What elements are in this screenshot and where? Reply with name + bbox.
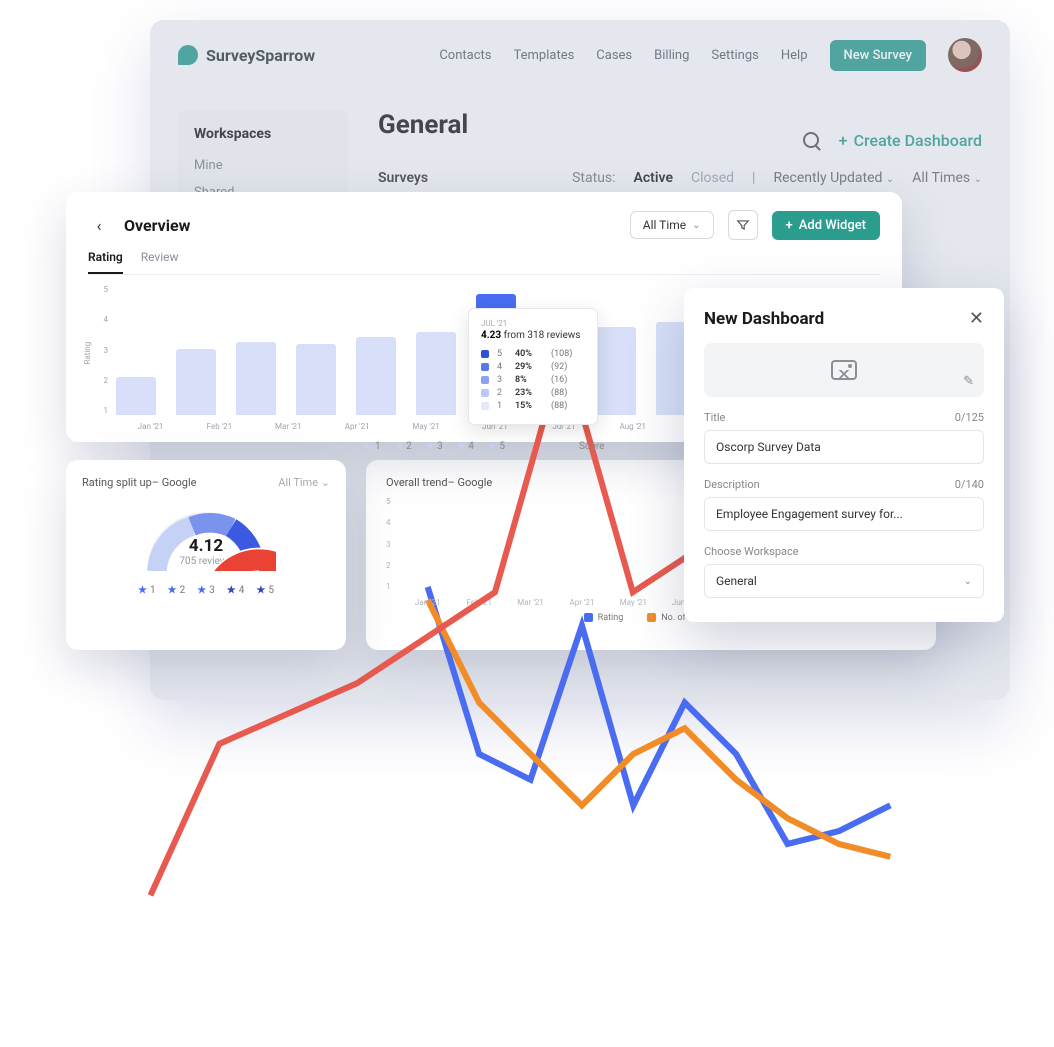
status-active[interactable]: Active: [634, 170, 673, 186]
star-legend: ★ 1 ★ 2 ★ 3 ★ 4 ★ 5 Score: [364, 441, 605, 452]
page-title: General: [378, 110, 468, 140]
back-button[interactable]: ‹: [88, 214, 110, 236]
sidebar-item-mine[interactable]: Mine: [194, 158, 332, 173]
image-icon: [831, 360, 857, 380]
split-range-dropdown[interactable]: All Time ⌄: [278, 476, 330, 489]
tooltip-summary: 4.23 from 318 reviews: [481, 330, 585, 341]
close-button[interactable]: ✕: [969, 308, 984, 329]
brand-logo[interactable]: SurveySparrow: [178, 45, 315, 65]
section-label: Surveys: [378, 170, 428, 186]
chevron-down-icon: ⌄: [974, 174, 982, 185]
overview-title: Overview: [124, 216, 190, 235]
plus-icon: +: [786, 218, 793, 233]
plus-icon: +: [839, 131, 848, 150]
star-icon: ★: [488, 441, 497, 452]
chart-tooltip: JUL '21 4.23 from 318 reviews 540%(108)4…: [468, 308, 598, 425]
image-upload-area[interactable]: ✎: [704, 343, 984, 397]
scorebar-label: Score: [579, 441, 604, 452]
app-header: SurveySparrow Contacts Templates Cases B…: [150, 20, 1010, 90]
title-input[interactable]: [704, 430, 984, 464]
overview-tabs: Rating Review: [88, 250, 880, 275]
star-icon: ★: [426, 441, 435, 452]
description-label: Description: [704, 478, 760, 491]
split-star-legend: ★1 ★2 ★3 ★4 ★5: [138, 585, 274, 596]
top-nav: Contacts Templates Cases Billing Setting…: [439, 38, 982, 72]
rating-split-card: Rating split up– Google All Time ⌄ 4.12 …: [66, 460, 346, 650]
bar[interactable]: [416, 332, 456, 415]
edit-icon[interactable]: ✎: [963, 374, 974, 389]
range-dropdown[interactable]: All Times ⌄: [912, 170, 982, 186]
star-icon: ★: [395, 441, 404, 452]
tooltip-date: JUL '21: [481, 319, 585, 328]
workspace-label: Choose Workspace: [704, 545, 799, 558]
bar[interactable]: [176, 349, 216, 415]
gauge-score: 4.12: [136, 536, 276, 556]
description-counter: 0/140: [955, 478, 984, 491]
nav-contacts[interactable]: Contacts: [439, 48, 491, 63]
star-icon: ★: [457, 441, 466, 452]
sidebar-title: Workspaces: [194, 126, 332, 142]
bar[interactable]: [296, 344, 336, 415]
chevron-down-icon: ⌄: [692, 220, 700, 231]
chevron-down-icon: ⌄: [886, 174, 894, 185]
chevron-down-icon: ⌄: [964, 576, 972, 587]
modal-title: New Dashboard: [704, 309, 824, 329]
split-title: Rating split up– Google: [82, 476, 196, 489]
google-icon: [189, 536, 276, 571]
search-icon[interactable]: [803, 132, 819, 148]
workspace-select[interactable]: General⌄: [704, 564, 984, 598]
create-dashboard-link[interactable]: + Create Dashboard: [839, 131, 982, 150]
nav-cases[interactable]: Cases: [596, 48, 632, 63]
time-range-dropdown[interactable]: All Time⌄: [630, 211, 714, 239]
nav-help[interactable]: Help: [781, 48, 808, 63]
brand-name: SurveySparrow: [206, 46, 315, 65]
rating-gauge: 4.12 705 reviews: [136, 501, 276, 571]
bar[interactable]: [236, 342, 276, 415]
sort-dropdown[interactable]: Recently Updated ⌄: [773, 170, 894, 186]
filter-button[interactable]: [728, 210, 758, 240]
title-counter: 0/125: [955, 411, 984, 424]
status-closed[interactable]: Closed: [691, 170, 734, 186]
description-input[interactable]: [704, 497, 984, 531]
funnel-icon: [736, 218, 750, 232]
new-dashboard-modal: New Dashboard ✕ ✎ Title 0/125 Description…: [684, 288, 1004, 622]
bar[interactable]: [596, 327, 636, 415]
new-survey-button[interactable]: New Survey: [830, 40, 927, 71]
user-avatar[interactable]: [948, 38, 982, 72]
nav-billing[interactable]: Billing: [654, 48, 689, 63]
nav-templates[interactable]: Templates: [513, 48, 574, 63]
title-label: Title: [704, 411, 725, 424]
nav-settings[interactable]: Settings: [711, 48, 758, 63]
add-widget-button[interactable]: +Add Widget: [772, 211, 880, 240]
sparrow-icon: [178, 45, 198, 65]
tab-review[interactable]: Review: [141, 250, 179, 274]
star-icon: ★: [364, 441, 373, 452]
tab-rating[interactable]: Rating: [88, 250, 123, 274]
bar[interactable]: [356, 337, 396, 415]
bar[interactable]: [116, 377, 156, 415]
status-label: Status:: [572, 170, 615, 186]
